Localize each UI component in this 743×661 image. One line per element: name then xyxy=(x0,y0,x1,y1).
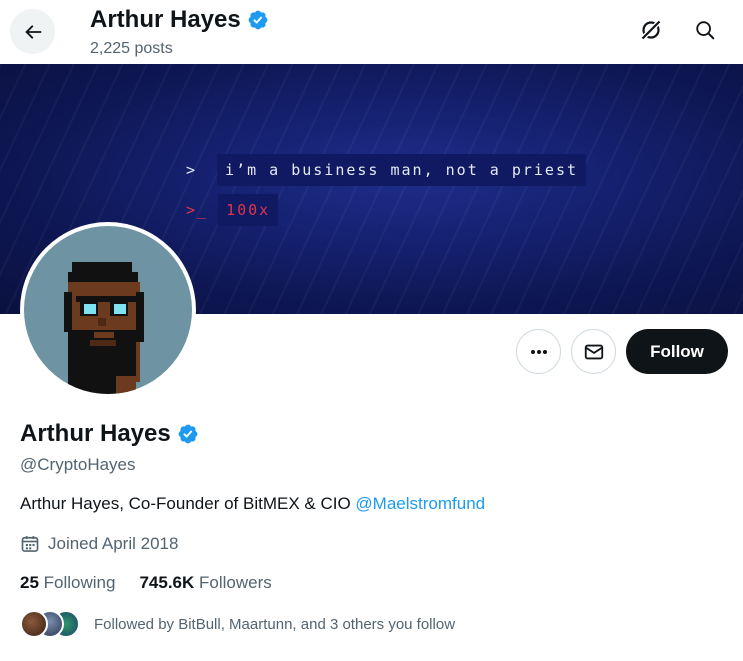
header-title: Arthur Hayes xyxy=(90,6,269,34)
back-arrow-icon xyxy=(24,24,41,39)
following-link[interactable]: 25 Following xyxy=(20,573,115,593)
bio-text: Arthur Hayes, Co-Founder of BitMEX & CIO xyxy=(20,494,356,513)
back-button[interactable] xyxy=(10,9,55,54)
message-button[interactable] xyxy=(571,329,616,374)
followed-by-row[interactable]: Followed by BitBull, Maartunn, and 3 oth… xyxy=(20,610,455,638)
profile-header: Arthur Hayes 2,225 posts xyxy=(0,0,743,64)
follow-button[interactable]: Follow xyxy=(626,329,728,374)
profile-avatar[interactable] xyxy=(20,222,196,398)
banner-line-2: >_ 100x xyxy=(186,194,279,226)
search-button[interactable] xyxy=(689,14,721,46)
verified-badge-icon xyxy=(248,10,268,30)
followers-label: Followers xyxy=(199,573,272,592)
banner-multiplier: 100x xyxy=(218,194,279,226)
profile-name-row: Arthur Hayes xyxy=(20,420,199,448)
verified-badge-icon[interactable] xyxy=(177,423,199,445)
more-dots-icon xyxy=(530,349,547,354)
banner-prompt-2: >_ xyxy=(186,201,209,219)
header-name: Arthur Hayes xyxy=(90,6,241,33)
followers-count: 745.6K xyxy=(139,573,195,592)
followed-by-text: Followed by BitBull, Maartunn, and 3 oth… xyxy=(94,615,456,633)
profile-joined: Joined April 2018 xyxy=(20,534,178,554)
profile-name: Arthur Hayes xyxy=(20,420,171,447)
joined-text: Joined April 2018 xyxy=(48,534,179,553)
follower-avatar xyxy=(20,610,48,638)
bio-mention-link[interactable]: @Maelstromfund xyxy=(355,494,485,513)
grok-button[interactable] xyxy=(635,14,667,46)
avatar-image xyxy=(24,226,192,394)
profile-bio: Arthur Hayes, Co-Founder of BitMEX & CIO… xyxy=(20,494,485,514)
following-label: Following xyxy=(43,573,116,592)
banner-quote: i’m a business man, not a priest xyxy=(217,154,587,186)
header-post-count: 2,225 posts xyxy=(90,40,173,57)
banner-line-1: > i’m a business man, not a priest xyxy=(186,154,587,186)
following-count: 25 xyxy=(20,573,39,592)
grok-slash-icon xyxy=(640,19,662,41)
banner-prompt-1: > xyxy=(186,161,198,179)
calendar-icon xyxy=(21,536,39,552)
followers-link[interactable]: 745.6K Followers xyxy=(139,573,271,593)
search-icon xyxy=(696,21,715,40)
profile-handle: @CryptoHayes xyxy=(20,455,136,474)
envelope-icon xyxy=(584,344,603,359)
pixel-punk-avatar-icon xyxy=(64,262,144,394)
profile-stats: 25 Following 745.6K Followers xyxy=(20,573,272,593)
more-button[interactable] xyxy=(516,329,561,374)
